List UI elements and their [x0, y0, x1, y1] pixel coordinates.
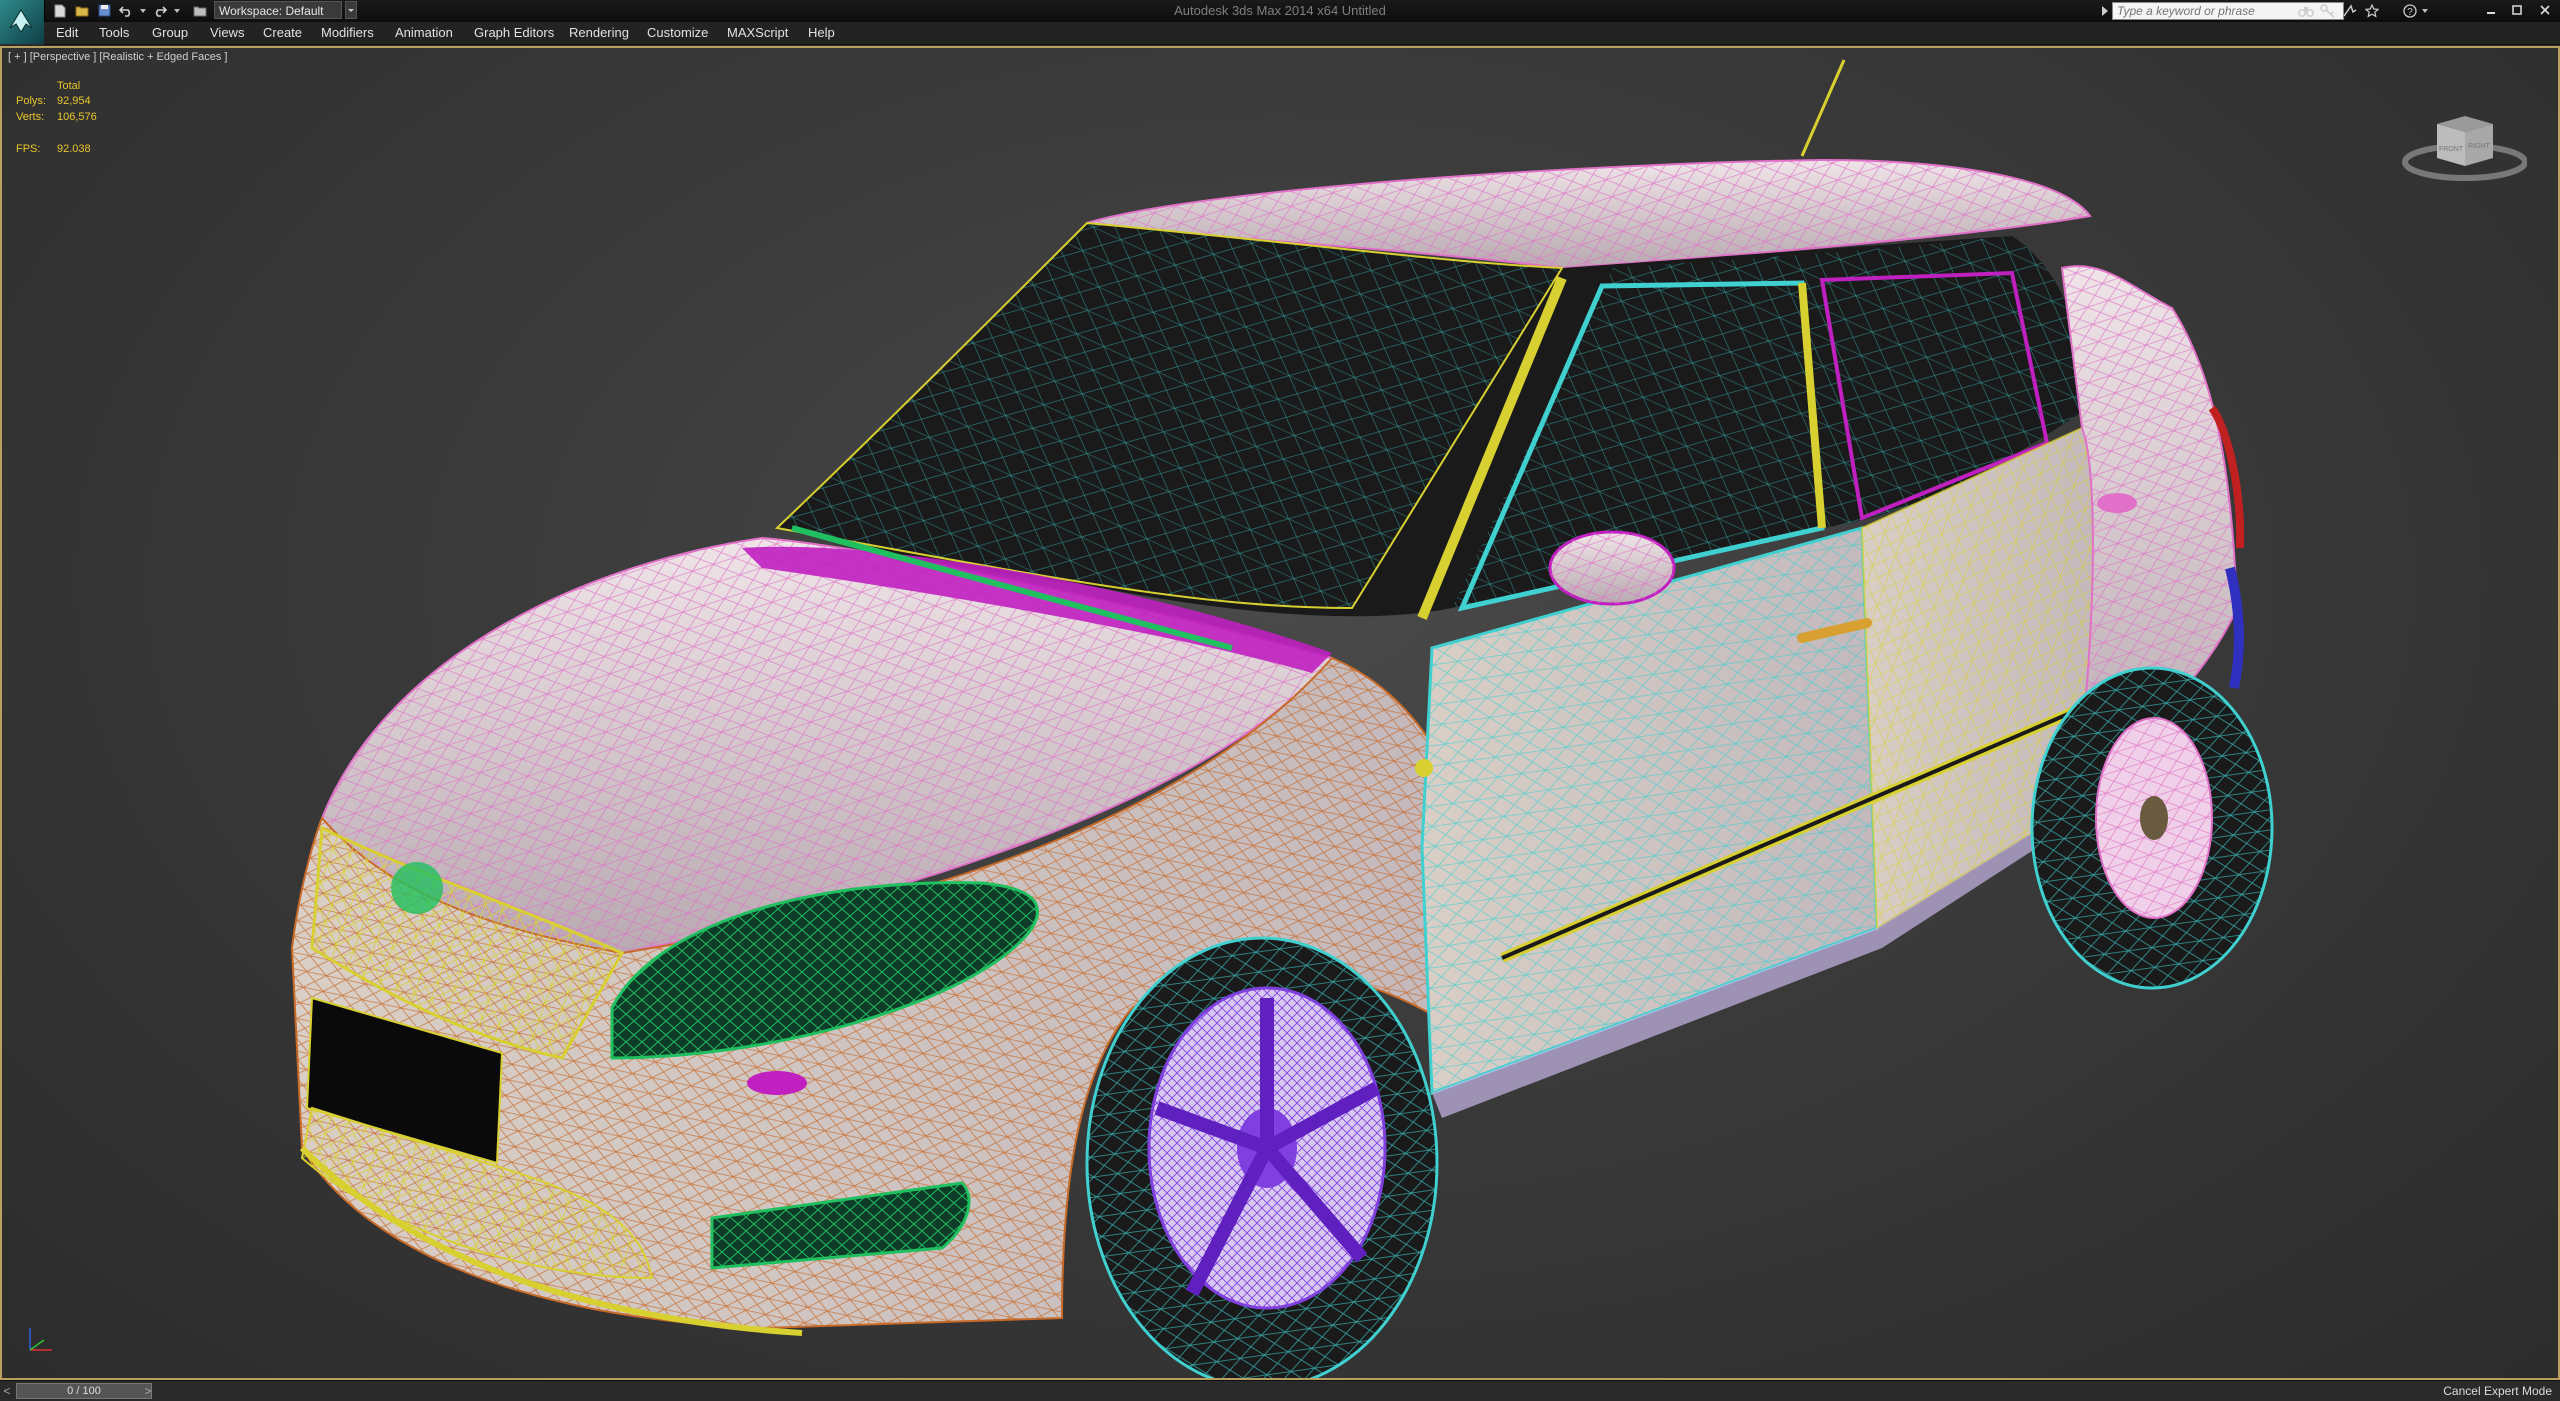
menu-create[interactable]: Create — [263, 22, 302, 44]
chevron-right-icon[interactable] — [2100, 4, 2110, 18]
open-folder-icon[interactable] — [72, 2, 92, 19]
title-bar: Workspace: Default Autodesk 3ds Max 2014… — [0, 0, 2560, 23]
badge-logo — [391, 862, 443, 914]
help-dropdown-icon[interactable] — [2420, 2, 2430, 20]
chevron-left-icon[interactable]: < — [0, 1383, 14, 1399]
menu-rendering[interactable]: Rendering — [569, 22, 629, 44]
side-marker — [747, 1071, 807, 1095]
maximize-icon[interactable] — [2504, 0, 2530, 20]
redo-icon[interactable] — [150, 2, 170, 19]
menu-views[interactable]: Views — [210, 22, 244, 44]
workspace-label: Workspace: Default — [219, 4, 324, 18]
chevron-right-icon[interactable]: > — [141, 1383, 155, 1399]
svg-text:?: ? — [2407, 7, 2413, 18]
app-logo-icon[interactable] — [0, 0, 45, 44]
star-icon[interactable] — [2362, 2, 2382, 20]
menu-customize[interactable]: Customize — [647, 22, 708, 44]
antenna — [1800, 59, 1846, 157]
axis-tripod-icon — [29, 1328, 52, 1351]
car-wireframe-model[interactable] — [2, 48, 2558, 1378]
time-slider[interactable]: 0 / 100 — [16, 1383, 152, 1399]
viewcube-front-face[interactable]: FRONT — [2439, 146, 2464, 153]
menu-modifiers[interactable]: Modifiers — [321, 22, 374, 44]
cancel-expert-mode-button[interactable]: Cancel Expert Mode — [2443, 1381, 2552, 1401]
save-icon[interactable] — [94, 2, 114, 19]
menu-group[interactable]: Group — [152, 22, 188, 44]
perspective-viewport[interactable]: [ + ] [Perspective ] [Realistic + Edged … — [0, 46, 2560, 1380]
status-bar: < 0 / 100 > Cancel Expert Mode — [0, 1380, 2560, 1401]
menu-tools[interactable]: Tools — [99, 22, 129, 44]
menu-maxscript[interactable]: MAXScript — [727, 22, 788, 44]
minimize-icon[interactable] — [2478, 0, 2504, 20]
binoculars-icon[interactable] — [2296, 2, 2316, 20]
menu-animation[interactable]: Animation — [395, 22, 453, 44]
project-folder-icon[interactable] — [190, 2, 210, 19]
communication-icon[interactable] — [2340, 2, 2360, 20]
rear-wheel — [2030, 666, 2274, 990]
front-wheel — [1085, 936, 1439, 1378]
menu-edit[interactable]: Edit — [56, 22, 78, 44]
viewcube-right-face[interactable]: RIGHT — [2468, 143, 2491, 150]
rear-door-handle — [2097, 493, 2137, 513]
menu-bar: Edit Tools Group Views Create Modifiers … — [44, 22, 2560, 45]
undo-dropdown-icon[interactable] — [138, 2, 148, 19]
menu-graph-editors[interactable]: Graph Editors — [474, 22, 554, 44]
undo-icon[interactable] — [116, 2, 136, 19]
close-icon[interactable] — [2532, 0, 2558, 20]
new-file-icon[interactable] — [50, 2, 70, 19]
key-icon[interactable] — [2318, 2, 2338, 20]
help-icon[interactable]: ? — [2400, 2, 2420, 20]
chevron-down-icon[interactable] — [345, 1, 357, 19]
viewcube[interactable]: FRONT RIGHT — [2397, 104, 2527, 184]
side-repeater — [1415, 759, 1433, 777]
menu-help[interactable]: Help — [808, 22, 835, 44]
workspace-dropdown[interactable]: Workspace: Default — [214, 1, 342, 19]
redo-dropdown-icon[interactable] — [172, 2, 182, 19]
